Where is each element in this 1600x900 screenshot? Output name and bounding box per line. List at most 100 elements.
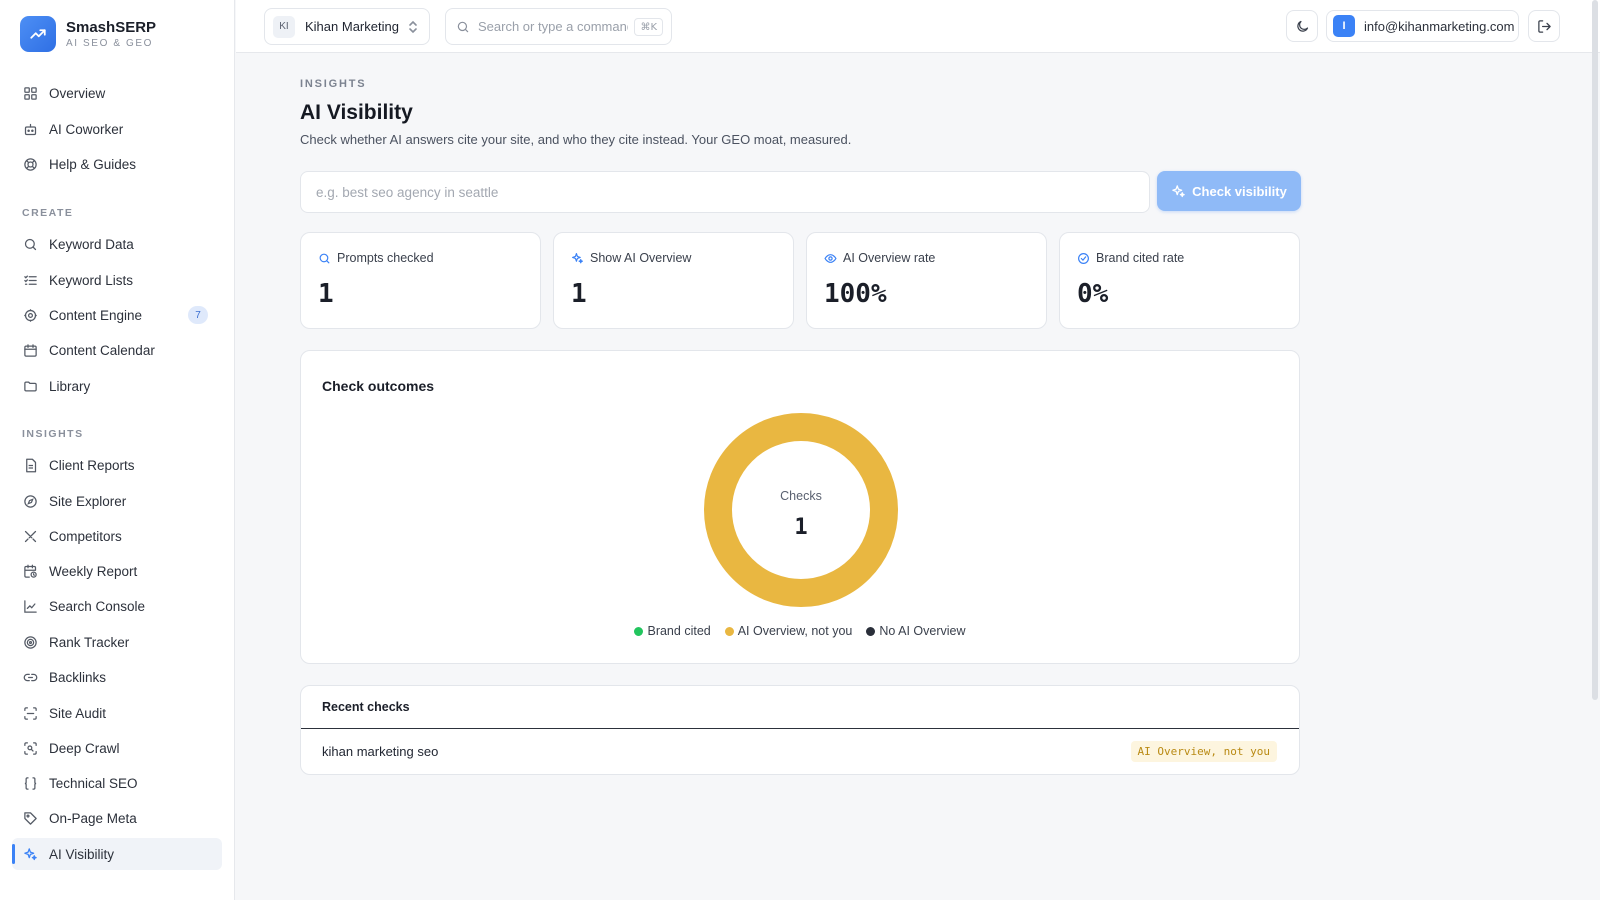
search-icon	[22, 236, 38, 252]
sidebar-item-label: Keyword Data	[49, 236, 134, 252]
page-description: Check whether AI answers cite your site,…	[300, 132, 852, 147]
workspace-switcher[interactable]: KI Kihan Marketing	[264, 8, 430, 45]
recent-checks-card: Recent checks kihan marketing seo AI Ove…	[300, 685, 1300, 775]
brand-tagline: AI SEO & GEO	[66, 38, 153, 49]
sidebar-item-label: Overview	[49, 85, 106, 101]
eye-icon	[824, 252, 837, 265]
sidebar-item-help[interactable]: Help & Guides	[12, 148, 222, 180]
sidebar-item-label: On-Page Meta	[49, 810, 137, 826]
target-icon	[22, 634, 38, 650]
legend-label: No AI Overview	[879, 624, 966, 638]
calendar-icon	[22, 342, 38, 358]
sidebar-item-label: Competitors	[49, 528, 122, 544]
sidebar-item-deep-crawl[interactable]: Deep Crawl	[12, 732, 222, 764]
sidebar-item-search-console[interactable]: Search Console	[12, 590, 222, 622]
sidebar-item-rank-tracker[interactable]: Rank Tracker	[12, 626, 222, 658]
bot-icon	[22, 121, 38, 137]
sidebar-item-site-audit[interactable]: Site Audit	[12, 697, 222, 729]
legend-swatch	[634, 626, 644, 636]
legend-label: Brand cited	[647, 624, 711, 638]
legend-item-brand-cited: Brand cited	[634, 624, 711, 638]
donut-center-value: 1	[794, 515, 807, 540]
sidebar-item-keyword-lists[interactable]: Keyword Lists	[12, 264, 222, 296]
prompt-query-input[interactable]	[300, 171, 1150, 213]
list-icon	[22, 272, 38, 288]
legend-swatch	[724, 626, 734, 636]
page-title: AI Visibility	[300, 101, 413, 124]
stat-card-brand-cited-rate: Brand cited rate 0%	[1059, 232, 1300, 329]
compass-icon	[22, 493, 38, 509]
stat-card-show-ai-overview: Show AI Overview 1	[553, 232, 794, 329]
page-scrollbar[interactable]	[1592, 0, 1598, 700]
sidebar-item-technical-seo[interactable]: Technical SEO	[12, 767, 222, 799]
donut-slice-ai-overview-not-you	[704, 413, 898, 607]
workspace-avatar: KI	[273, 15, 295, 38]
outcomes-title: Check outcomes	[322, 378, 435, 394]
donut-center-label: Checks	[780, 489, 822, 503]
swords-icon	[22, 528, 38, 544]
sidebar-item-label: Keyword Lists	[49, 272, 134, 288]
sidebar-item-label: Client Reports	[49, 457, 135, 473]
command-search-input[interactable]	[478, 19, 628, 34]
sidebar-item-overview[interactable]: Overview	[12, 77, 222, 109]
brand[interactable]: SmashSERP AI SEO & GEO	[0, 0, 234, 68]
topbar: KI Kihan Marketing ⌘K I info@kihanmarket…	[236, 0, 1600, 53]
stat-card-ai-overview-rate: AI Overview rate 100%	[806, 232, 1047, 329]
file-icon	[22, 457, 38, 473]
stat-value: 1	[318, 279, 334, 309]
sidebar-item-label: Weekly Report	[49, 563, 138, 579]
sidebar-item-ai-coworker[interactable]: AI Coworker	[12, 113, 222, 145]
stat-label: Brand cited rate	[1096, 251, 1185, 265]
search-icon	[318, 252, 331, 265]
check-visibility-label: Check visibility	[1192, 183, 1287, 199]
braces-icon	[22, 775, 38, 791]
link-icon	[22, 669, 38, 685]
moon-icon	[1295, 19, 1310, 34]
sidebar-item-content-calendar[interactable]: Content Calendar	[12, 334, 222, 366]
sidebar-item-label: Technical SEO	[49, 775, 138, 791]
stat-value: 0%	[1077, 279, 1109, 309]
outcomes-donut-chart: Checks 1	[704, 413, 898, 607]
sidebar-item-label: Rank Tracker	[49, 634, 130, 650]
sidebar-item-label: Help & Guides	[49, 156, 137, 172]
command-search[interactable]: ⌘K	[445, 8, 672, 45]
logout-icon	[1537, 19, 1552, 34]
status-badge: AI Overview, not you	[1130, 741, 1277, 762]
sidebar-item-ai-visibility[interactable]: AI Visibility	[12, 838, 222, 870]
sidebar-item-label: Site Audit	[49, 705, 107, 721]
line-chart-icon	[22, 598, 38, 614]
sidebar-item-library[interactable]: Library	[12, 370, 222, 402]
logout-button[interactable]	[1528, 10, 1560, 42]
user-menu[interactable]: I info@kihanmarketing.com	[1326, 10, 1519, 42]
folder-icon	[22, 378, 38, 394]
sidebar-item-label: Backlinks	[49, 669, 107, 685]
sidebar-item-label: Deep Crawl	[49, 740, 120, 756]
sidebar-item-label: AI Coworker	[49, 121, 124, 137]
check-circle-icon	[1077, 252, 1090, 265]
sidebar-item-client-reports[interactable]: Client Reports	[12, 449, 222, 481]
stat-value: 1	[571, 279, 587, 309]
stat-card-prompts-checked: Prompts checked 1	[300, 232, 541, 329]
stat-label: Show AI Overview	[590, 251, 692, 265]
theme-toggle-button[interactable]	[1286, 10, 1318, 42]
user-email: info@kihanmarketing.com	[1364, 18, 1515, 34]
sparkles-icon	[1171, 184, 1186, 199]
sidebar-item-site-explorer[interactable]: Site Explorer	[12, 485, 222, 517]
sidebar-item-content-engine[interactable]: Content Engine 7	[12, 299, 222, 331]
sidebar: SmashSERP AI SEO & GEO Overview AI Cowor…	[0, 0, 235, 900]
page-eyebrow: INSIGHTS	[300, 78, 367, 90]
recent-check-query: kihan marketing seo	[322, 744, 439, 759]
sidebar-item-keyword-data[interactable]: Keyword Data	[12, 228, 222, 260]
sidebar-item-on-page-meta[interactable]: On-Page Meta	[12, 802, 222, 834]
sidebar-section-create: CREATE	[22, 207, 74, 219]
calendar-clock-icon	[22, 563, 38, 579]
check-visibility-button[interactable]: Check visibility	[1157, 171, 1301, 211]
brand-name: SmashSERP	[66, 19, 157, 36]
table-row[interactable]: kihan marketing seo AI Overview, not you	[301, 729, 1299, 774]
engine-icon	[22, 307, 38, 323]
sidebar-item-backlinks[interactable]: Backlinks	[12, 661, 222, 693]
sidebar-item-competitors[interactable]: Competitors	[12, 520, 222, 552]
stat-label: AI Overview rate	[843, 251, 936, 265]
sidebar-item-weekly-report[interactable]: Weekly Report	[12, 555, 222, 587]
sidebar-item-label: Library	[49, 378, 91, 394]
